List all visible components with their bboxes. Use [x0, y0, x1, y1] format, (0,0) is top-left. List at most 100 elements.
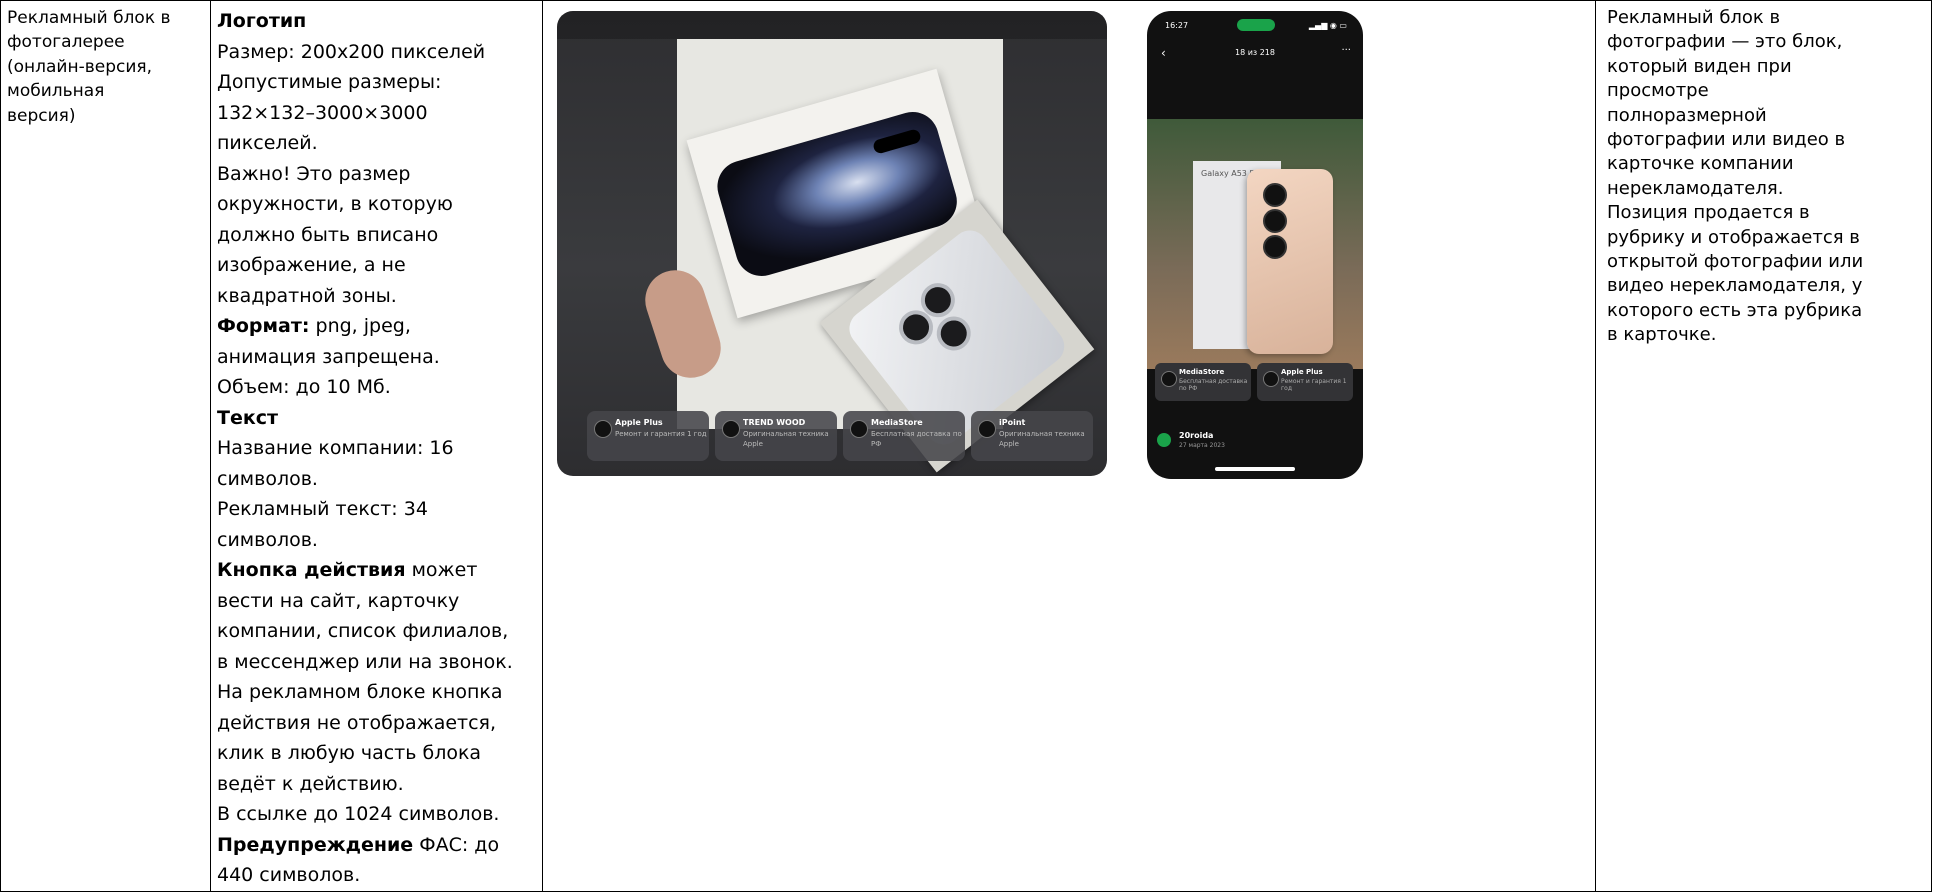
ad-block[interactable]: MediaStore Бесплатная доставка по РФ	[843, 411, 965, 461]
important-note: должно быть вписано	[217, 223, 439, 246]
placement-name-cell: Рекламный блок в фотогалерее (онлайн-вер…	[0, 0, 211, 892]
description-line: видео нерекламодателя, у	[1607, 275, 1863, 297]
description-line: фотографии — это блок,	[1607, 31, 1843, 53]
logo-heading: Логотип	[217, 10, 307, 32]
description-line: который виден при	[1607, 55, 1792, 77]
placement-name-line: фотогалерее	[7, 32, 125, 53]
allowed-sizes: Допустимые размеры:	[217, 71, 442, 93]
action-button-text: в мессенджер или на звонок.	[217, 650, 513, 673]
ad-title: Apple Plus	[615, 418, 663, 427]
link-limit: В ссылке до 1024 символов.	[217, 803, 500, 825]
action-button-text: компании, список филиалов,	[217, 620, 509, 642]
important-note: квадратной зоны.	[217, 284, 397, 307]
description-line: которого есть эта рубрика	[1607, 299, 1863, 321]
format-line: Формат: png, jpeg,	[217, 311, 536, 342]
avatar	[1157, 433, 1171, 447]
store-logo-icon	[722, 420, 740, 438]
store-logo-icon	[1263, 371, 1279, 387]
ad-subtitle: Ремонт и гарантия 1 год	[1281, 378, 1347, 392]
requirements-cell: Логотип Размер: 200х200 пикселей Допусти…	[210, 0, 543, 892]
placement-name-line: Рекламный блок в	[7, 8, 171, 28]
gallery-topbar	[557, 11, 1107, 39]
ad-block[interactable]: MediaStore Бесплатная доставка по РФ	[1155, 363, 1251, 401]
status-bar: 16:27 ▂▄▆ ◉ ▭	[1147, 11, 1363, 41]
more-icon[interactable]: ···	[1341, 45, 1351, 56]
ad-block[interactable]: Apple Plus Ремонт и гарантия 1 год	[1257, 363, 1353, 401]
store-logo-icon	[978, 420, 996, 438]
desktop-gallery-screenshot: Apple Plus Ремонт и гарантия 1 год TREND…	[557, 11, 1107, 476]
ad-title: MediaStore	[1179, 368, 1225, 376]
photo-counter: 18 из 218	[1235, 48, 1275, 57]
galaxy-phone-image	[1247, 169, 1333, 354]
warning-text: ФАС: до	[413, 833, 500, 856]
app-pill-icon	[1237, 19, 1275, 31]
warning-label: Предупреждение	[217, 833, 414, 856]
author-date: 27 марта 2023	[1179, 442, 1225, 449]
photo-image: Galaxy A53 5G	[1147, 119, 1363, 369]
logo-size: Размер: 200х200 пикселей	[217, 40, 486, 63]
description-line: рубрику и отображается в	[1607, 226, 1860, 248]
ad-block[interactable]: Apple Plus Ремонт и гарантия 1 год	[587, 411, 709, 461]
description-line: Позиция продается в	[1607, 202, 1810, 224]
mobile-gallery-screenshot: 16:27 ▂▄▆ ◉ ▭ ‹ 18 из 218 ··· Galaxy A53…	[1147, 11, 1363, 479]
ad-text-limit: Рекламный текст: 34	[217, 498, 428, 520]
ad-subtitle: Оригинальная техника Apple	[999, 430, 1085, 448]
description-line: в карточке.	[1607, 324, 1717, 346]
ad-title: MediaStore	[871, 418, 923, 427]
table-row: Рекламный блок в фотогалерее (онлайн-вер…	[0, 0, 1932, 892]
ad-title: Apple Plus	[1281, 368, 1323, 376]
ad-subtitle: Ремонт и гарантия 1 год	[615, 430, 707, 438]
action-button-text: вести на сайт, карточку	[217, 589, 460, 612]
important-note: изображение, а не	[217, 254, 406, 276]
ad-subtitle: Бесплатная доставка по РФ	[871, 430, 962, 448]
warning-line: Предупреждение ФАС: до	[217, 830, 536, 861]
ad-subtitle: Оригинальная техника Apple	[743, 430, 829, 448]
placement-name-line: (онлайн-версия,	[7, 56, 153, 77]
ad-text-limit: символов.	[217, 528, 318, 551]
ad-subtitle: Бесплатная доставка по РФ	[1179, 378, 1248, 392]
description-line: открытой фотографии или	[1607, 251, 1864, 273]
volume-line: Объем: до 10 Мб.	[217, 376, 391, 398]
gallery-nav: ‹ 18 из 218 ···	[1147, 45, 1363, 65]
ad-blocks-row: MediaStore Бесплатная доставка по РФ App…	[1155, 363, 1355, 403]
home-indicator	[1215, 467, 1295, 471]
action-button-line: Кнопка действия может	[217, 555, 536, 586]
examples-cell: Apple Plus Ремонт и гарантия 1 год TREND…	[542, 0, 1596, 892]
store-logo-icon	[1161, 371, 1177, 387]
action-button-text: может	[405, 559, 478, 581]
action-button-text: На рекламном блоке кнопка	[217, 681, 503, 703]
camera-lens-image	[1263, 209, 1287, 233]
description-line: просмотре	[1607, 80, 1709, 102]
author-name: 20roida	[1179, 431, 1214, 440]
ad-blocks-row: Apple Plus Ремонт и гарантия 1 год TREND…	[587, 411, 1097, 463]
camera-lens-image	[1263, 235, 1287, 259]
description-line: фотографии или видео в	[1607, 129, 1846, 151]
example-screenshots: Apple Plus Ремонт и гарантия 1 год TREND…	[543, 11, 1595, 486]
format-value: png, jpeg,	[309, 315, 411, 337]
text-heading: Текст	[217, 406, 279, 429]
store-logo-icon	[594, 420, 612, 438]
description-line: Рекламный блок в	[1607, 7, 1781, 28]
action-button-label: Кнопка действия	[217, 559, 406, 581]
action-button-text: действия не отображается,	[217, 711, 497, 734]
company-name-limit: символов.	[217, 467, 318, 490]
company-name-limit: Название компании: 16	[217, 437, 454, 459]
ad-block[interactable]: iPoint Оригинальная техника Apple	[971, 411, 1093, 461]
signal-battery-icon: ▂▄▆ ◉ ▭	[1308, 21, 1347, 30]
action-button-text: ведёт к действию.	[217, 772, 404, 795]
format-line: анимация запрещена.	[217, 345, 440, 368]
store-logo-icon	[850, 420, 868, 438]
action-button-text: клик в любую часть блока	[217, 742, 482, 764]
camera-lens-image	[1263, 183, 1287, 207]
description-line: полноразмерной	[1607, 104, 1767, 126]
warning-text: 440 символов.	[217, 864, 361, 886]
important-note: Важно! Это размер	[217, 162, 411, 185]
description-cell: Рекламный блок в фотографии — это блок, …	[1595, 0, 1932, 892]
placement-name-line: мобильная	[7, 81, 105, 102]
status-time: 16:27	[1165, 21, 1189, 30]
ad-title: TREND WOOD	[743, 418, 806, 427]
placement-name-line: версия)	[7, 105, 76, 126]
description-line: нерекламодателя.	[1607, 177, 1784, 199]
ad-title: iPoint	[999, 418, 1026, 427]
ad-block[interactable]: TREND WOOD Оригинальная техника Apple	[715, 411, 837, 461]
